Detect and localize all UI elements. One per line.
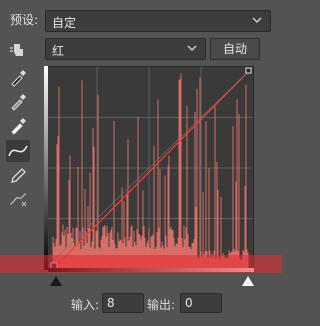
black-point-eyedropper-icon[interactable] (8, 68, 28, 88)
preset-label: 预设: (10, 13, 39, 27)
white-point-eyedropper-icon[interactable] (8, 116, 28, 136)
output-field[interactable]: 0 (180, 293, 222, 313)
curves-graph[interactable] (44, 66, 254, 270)
chevron-down-icon (187, 45, 197, 52)
on-image-adjust-icon[interactable] (8, 40, 28, 60)
channel-value: 红 (52, 44, 65, 58)
channel-dropdown[interactable]: 红 (45, 38, 206, 60)
smooth-curve-icon[interactable] (8, 190, 28, 210)
white-point-slider[interactable] (242, 276, 254, 286)
curves-histogram (44, 66, 254, 270)
pencil-draw-icon[interactable] (8, 166, 28, 186)
output-gradient-bar (44, 66, 48, 270)
curve-point[interactable] (245, 67, 252, 74)
chevron-down-icon (252, 17, 262, 24)
preset-value: 自定 (52, 16, 77, 30)
auto-button[interactable]: 自动 (210, 38, 260, 60)
curve-point-tool[interactable] (6, 140, 30, 162)
gray-point-eyedropper-icon[interactable] (8, 92, 28, 112)
output-label: 输出: (147, 298, 176, 312)
black-point-slider[interactable] (50, 276, 62, 286)
input-field[interactable]: 8 (102, 293, 144, 313)
input-label: 输入: (71, 298, 100, 312)
highlight-band (0, 255, 282, 273)
preset-dropdown[interactable]: 自定 (45, 10, 271, 32)
curve-point-tool-icon (8, 145, 28, 157)
